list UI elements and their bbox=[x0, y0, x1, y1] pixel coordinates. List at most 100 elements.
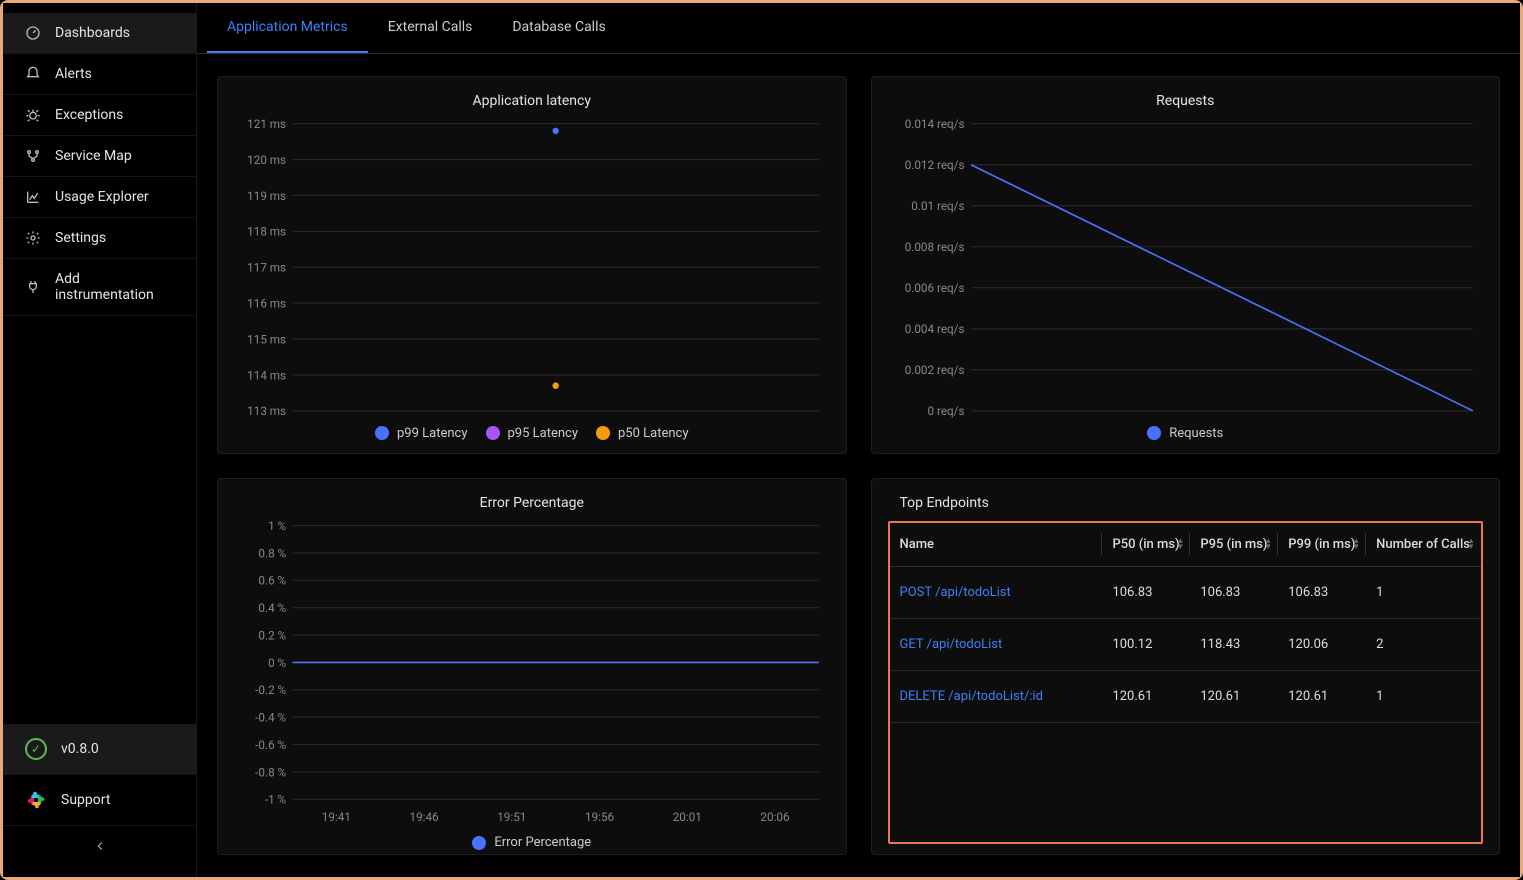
panel-title: Top Endpoints bbox=[900, 495, 1484, 511]
legend-p50[interactable]: p50 Latency bbox=[596, 426, 689, 441]
sidebar-item-label: Service Map bbox=[55, 148, 132, 164]
col-calls[interactable]: Number of Calls▲▼ bbox=[1366, 523, 1481, 567]
alert-icon bbox=[25, 66, 41, 82]
sidebar-item-service-map[interactable]: Service Map bbox=[3, 136, 196, 177]
svg-text:0.002 req/s: 0.002 req/s bbox=[904, 363, 964, 377]
legend-dot-icon bbox=[1147, 426, 1161, 440]
panel-application-latency: Application latency 121 ms120 ms119 ms11… bbox=[217, 76, 847, 454]
main-content: Application Metrics External Calls Datab… bbox=[197, 3, 1520, 877]
svg-text:-0.4 %: -0.4 % bbox=[255, 710, 286, 724]
sidebar: Dashboards Alerts Exceptions Service Map… bbox=[3, 3, 197, 877]
legend-dot-icon bbox=[375, 426, 389, 440]
sort-icon: ▲▼ bbox=[1467, 538, 1475, 550]
svg-text:113 ms: 113 ms bbox=[247, 404, 286, 418]
sidebar-item-support[interactable]: Support bbox=[3, 775, 196, 826]
svg-text:118 ms: 118 ms bbox=[247, 225, 286, 239]
sidebar-item-exceptions[interactable]: Exceptions bbox=[3, 95, 196, 136]
sidebar-collapse-button[interactable] bbox=[3, 826, 196, 869]
sidebar-item-label: Dashboards bbox=[55, 25, 130, 41]
svg-text:20:01: 20:01 bbox=[673, 809, 702, 823]
svg-text:0 %: 0 % bbox=[268, 655, 286, 669]
chart-requests[interactable]: 0.014 req/s0.012 req/s0.01 req/s0.008 re… bbox=[888, 115, 1484, 420]
sidebar-item-label: Usage Explorer bbox=[55, 189, 149, 205]
table-row: GET /api/todoList100.12118.43120.062 bbox=[890, 618, 1482, 670]
legend-error[interactable]: Error Percentage bbox=[472, 835, 591, 850]
svg-text:0.004 req/s: 0.004 req/s bbox=[904, 322, 964, 336]
svg-text:0.2 %: 0.2 % bbox=[258, 628, 286, 642]
col-p99[interactable]: P99 (in ms)▲▼ bbox=[1278, 523, 1366, 567]
endpoint-name[interactable]: DELETE /api/todoList/:id bbox=[890, 670, 1103, 722]
cell-p99: 120.61 bbox=[1278, 670, 1366, 722]
sidebar-item-label: Settings bbox=[55, 230, 106, 246]
legend-dot-icon bbox=[472, 836, 486, 850]
col-name[interactable]: Name bbox=[890, 523, 1103, 567]
chart-legend: Error Percentage bbox=[234, 829, 830, 852]
panel-top-endpoints: Top Endpoints Name P50 (in ms)▲▼ P95 (in… bbox=[871, 478, 1501, 856]
chevron-left-icon bbox=[93, 838, 107, 857]
cell-calls: 1 bbox=[1366, 566, 1481, 618]
legend-p99[interactable]: p99 Latency bbox=[375, 426, 468, 441]
col-p50[interactable]: P50 (in ms)▲▼ bbox=[1102, 523, 1190, 567]
sidebar-item-label: Exceptions bbox=[55, 107, 123, 123]
bug-icon bbox=[25, 107, 41, 123]
legend-p95[interactable]: p95 Latency bbox=[486, 426, 579, 441]
sidebar-item-label: Add instrumentation bbox=[55, 271, 174, 303]
svg-text:115 ms: 115 ms bbox=[247, 332, 286, 346]
nav-top: Dashboards Alerts Exceptions Service Map… bbox=[3, 3, 196, 724]
cell-p95: 120.61 bbox=[1190, 670, 1278, 722]
endpoints-table-wrap: Name P50 (in ms)▲▼ P95 (in ms)▲▼ P99 (in… bbox=[888, 521, 1484, 845]
panel-requests: Requests 0.014 req/s0.012 req/s0.01 req/… bbox=[871, 76, 1501, 454]
endpoint-name[interactable]: POST /api/todoList bbox=[890, 566, 1103, 618]
sort-icon: ▲▼ bbox=[1176, 538, 1184, 550]
tab-application-metrics[interactable]: Application Metrics bbox=[207, 3, 368, 53]
panel-error-percentage: Error Percentage 1 %0.8 %0.6 %0.4 %0.2 %… bbox=[217, 478, 847, 856]
version-label: v0.8.0 bbox=[61, 741, 99, 757]
sidebar-item-version[interactable]: ✓ v0.8.0 bbox=[3, 724, 196, 775]
svg-text:19:56: 19:56 bbox=[585, 809, 614, 823]
gear-icon bbox=[25, 230, 41, 246]
col-p95[interactable]: P95 (in ms)▲▼ bbox=[1190, 523, 1278, 567]
legend-dot-icon bbox=[486, 426, 500, 440]
cell-p95: 106.83 bbox=[1190, 566, 1278, 618]
dashboard-icon bbox=[25, 25, 41, 41]
svg-text:116 ms: 116 ms bbox=[247, 296, 286, 310]
svg-text:0.4 %: 0.4 % bbox=[258, 600, 286, 614]
panel-title: Application latency bbox=[234, 93, 830, 109]
chart-legend: p99 Latency p95 Latency p50 Latency bbox=[234, 420, 830, 443]
sidebar-item-dashboards[interactable]: Dashboards bbox=[3, 13, 196, 54]
svg-text:0.01 req/s: 0.01 req/s bbox=[911, 199, 964, 213]
cell-calls: 1 bbox=[1366, 670, 1481, 722]
cell-p99: 120.06 bbox=[1278, 618, 1366, 670]
endpoint-name[interactable]: GET /api/todoList bbox=[890, 618, 1103, 670]
nav-bottom: ✓ v0.8.0 Support bbox=[3, 724, 196, 877]
check-circle-icon: ✓ bbox=[25, 738, 47, 760]
table-header-row: Name P50 (in ms)▲▼ P95 (in ms)▲▼ P99 (in… bbox=[890, 523, 1482, 567]
sidebar-item-add-instrumentation[interactable]: Add instrumentation bbox=[3, 259, 196, 316]
cell-p99: 106.83 bbox=[1278, 566, 1366, 618]
sidebar-item-usage-explorer[interactable]: Usage Explorer bbox=[3, 177, 196, 218]
svg-text:-0.6 %: -0.6 % bbox=[255, 737, 286, 751]
panel-title: Error Percentage bbox=[234, 495, 830, 511]
svg-text:121 ms: 121 ms bbox=[247, 117, 286, 131]
svg-text:19:51: 19:51 bbox=[497, 809, 526, 823]
legend-requests[interactable]: Requests bbox=[1147, 426, 1223, 441]
chart-error[interactable]: 1 %0.8 %0.6 %0.4 %0.2 %0 %-0.2 %-0.4 %-0… bbox=[234, 517, 830, 830]
table-row: POST /api/todoList106.83106.83106.831 bbox=[890, 566, 1482, 618]
svg-text:20:06: 20:06 bbox=[760, 809, 789, 823]
dashboard-body: Application latency 121 ms120 ms119 ms11… bbox=[197, 54, 1520, 877]
tab-external-calls[interactable]: External Calls bbox=[368, 3, 493, 53]
tab-database-calls[interactable]: Database Calls bbox=[492, 3, 625, 53]
chart-latency[interactable]: 121 ms120 ms119 ms118 ms117 ms116 ms115 … bbox=[234, 115, 830, 420]
slack-icon bbox=[25, 789, 47, 811]
svg-text:19:46: 19:46 bbox=[410, 809, 439, 823]
sidebar-item-settings[interactable]: Settings bbox=[3, 218, 196, 259]
endpoints-table: Name P50 (in ms)▲▼ P95 (in ms)▲▼ P99 (in… bbox=[890, 523, 1482, 723]
svg-text:-1 %: -1 % bbox=[265, 792, 287, 806]
sidebar-item-label: Alerts bbox=[55, 66, 92, 82]
sidebar-item-alerts[interactable]: Alerts bbox=[3, 54, 196, 95]
legend-dot-icon bbox=[596, 426, 610, 440]
cell-p50: 100.12 bbox=[1102, 618, 1190, 670]
cell-p50: 120.61 bbox=[1102, 670, 1190, 722]
cell-p50: 106.83 bbox=[1102, 566, 1190, 618]
tabs: Application Metrics External Calls Datab… bbox=[197, 3, 1520, 54]
